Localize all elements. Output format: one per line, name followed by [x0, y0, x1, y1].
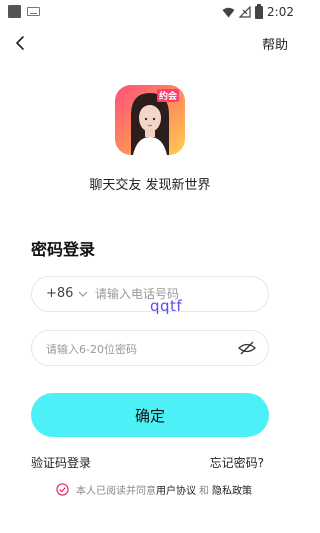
keyboard-icon [27, 7, 40, 16]
password-field[interactable]: 请输入6-20位密码 [31, 330, 269, 366]
watermark: qqtf [150, 297, 183, 315]
status-time: 2:02 [267, 5, 294, 19]
confirm-button[interactable]: 确定 [31, 393, 269, 437]
page-title: 密码登录 [31, 240, 96, 259]
agree-checkbox-icon[interactable] [56, 483, 69, 496]
status-bar: 2:02 [0, 0, 300, 24]
back-arrow-icon[interactable] [12, 34, 30, 52]
battery-icon [255, 3, 264, 19]
sms-login-link[interactable]: 验证码登录 [31, 454, 91, 471]
app-logo: 约会 [115, 85, 185, 155]
chevron-down-icon[interactable] [78, 290, 88, 298]
privacy-policy-link[interactable]: 隐私政策 [212, 482, 252, 497]
help-link[interactable]: 帮助 [262, 34, 288, 53]
confirm-button-label: 确定 [134, 406, 165, 425]
slogan: 聊天交友 发现新世界 [89, 178, 211, 193]
wifi-icon [222, 7, 235, 17]
agreement-text: 本人已阅读并同意 [76, 486, 156, 497]
country-code[interactable]: +86 [46, 286, 73, 301]
signal-off-icon [239, 6, 251, 18]
agreement-row: 本人已阅读并同意 用户协议 和 隐私政策 [56, 482, 252, 497]
user-agreement-link[interactable]: 用户协议 [156, 482, 196, 497]
agreement-and: 和 [199, 486, 209, 497]
notification-icon [8, 5, 21, 18]
app-logo-badge: 约会 [156, 89, 179, 102]
hide-password-icon[interactable] [238, 341, 256, 355]
password-input[interactable]: 请输入6-20位密码 [46, 341, 137, 357]
forgot-password-link[interactable]: 忘记密码? [210, 454, 264, 471]
